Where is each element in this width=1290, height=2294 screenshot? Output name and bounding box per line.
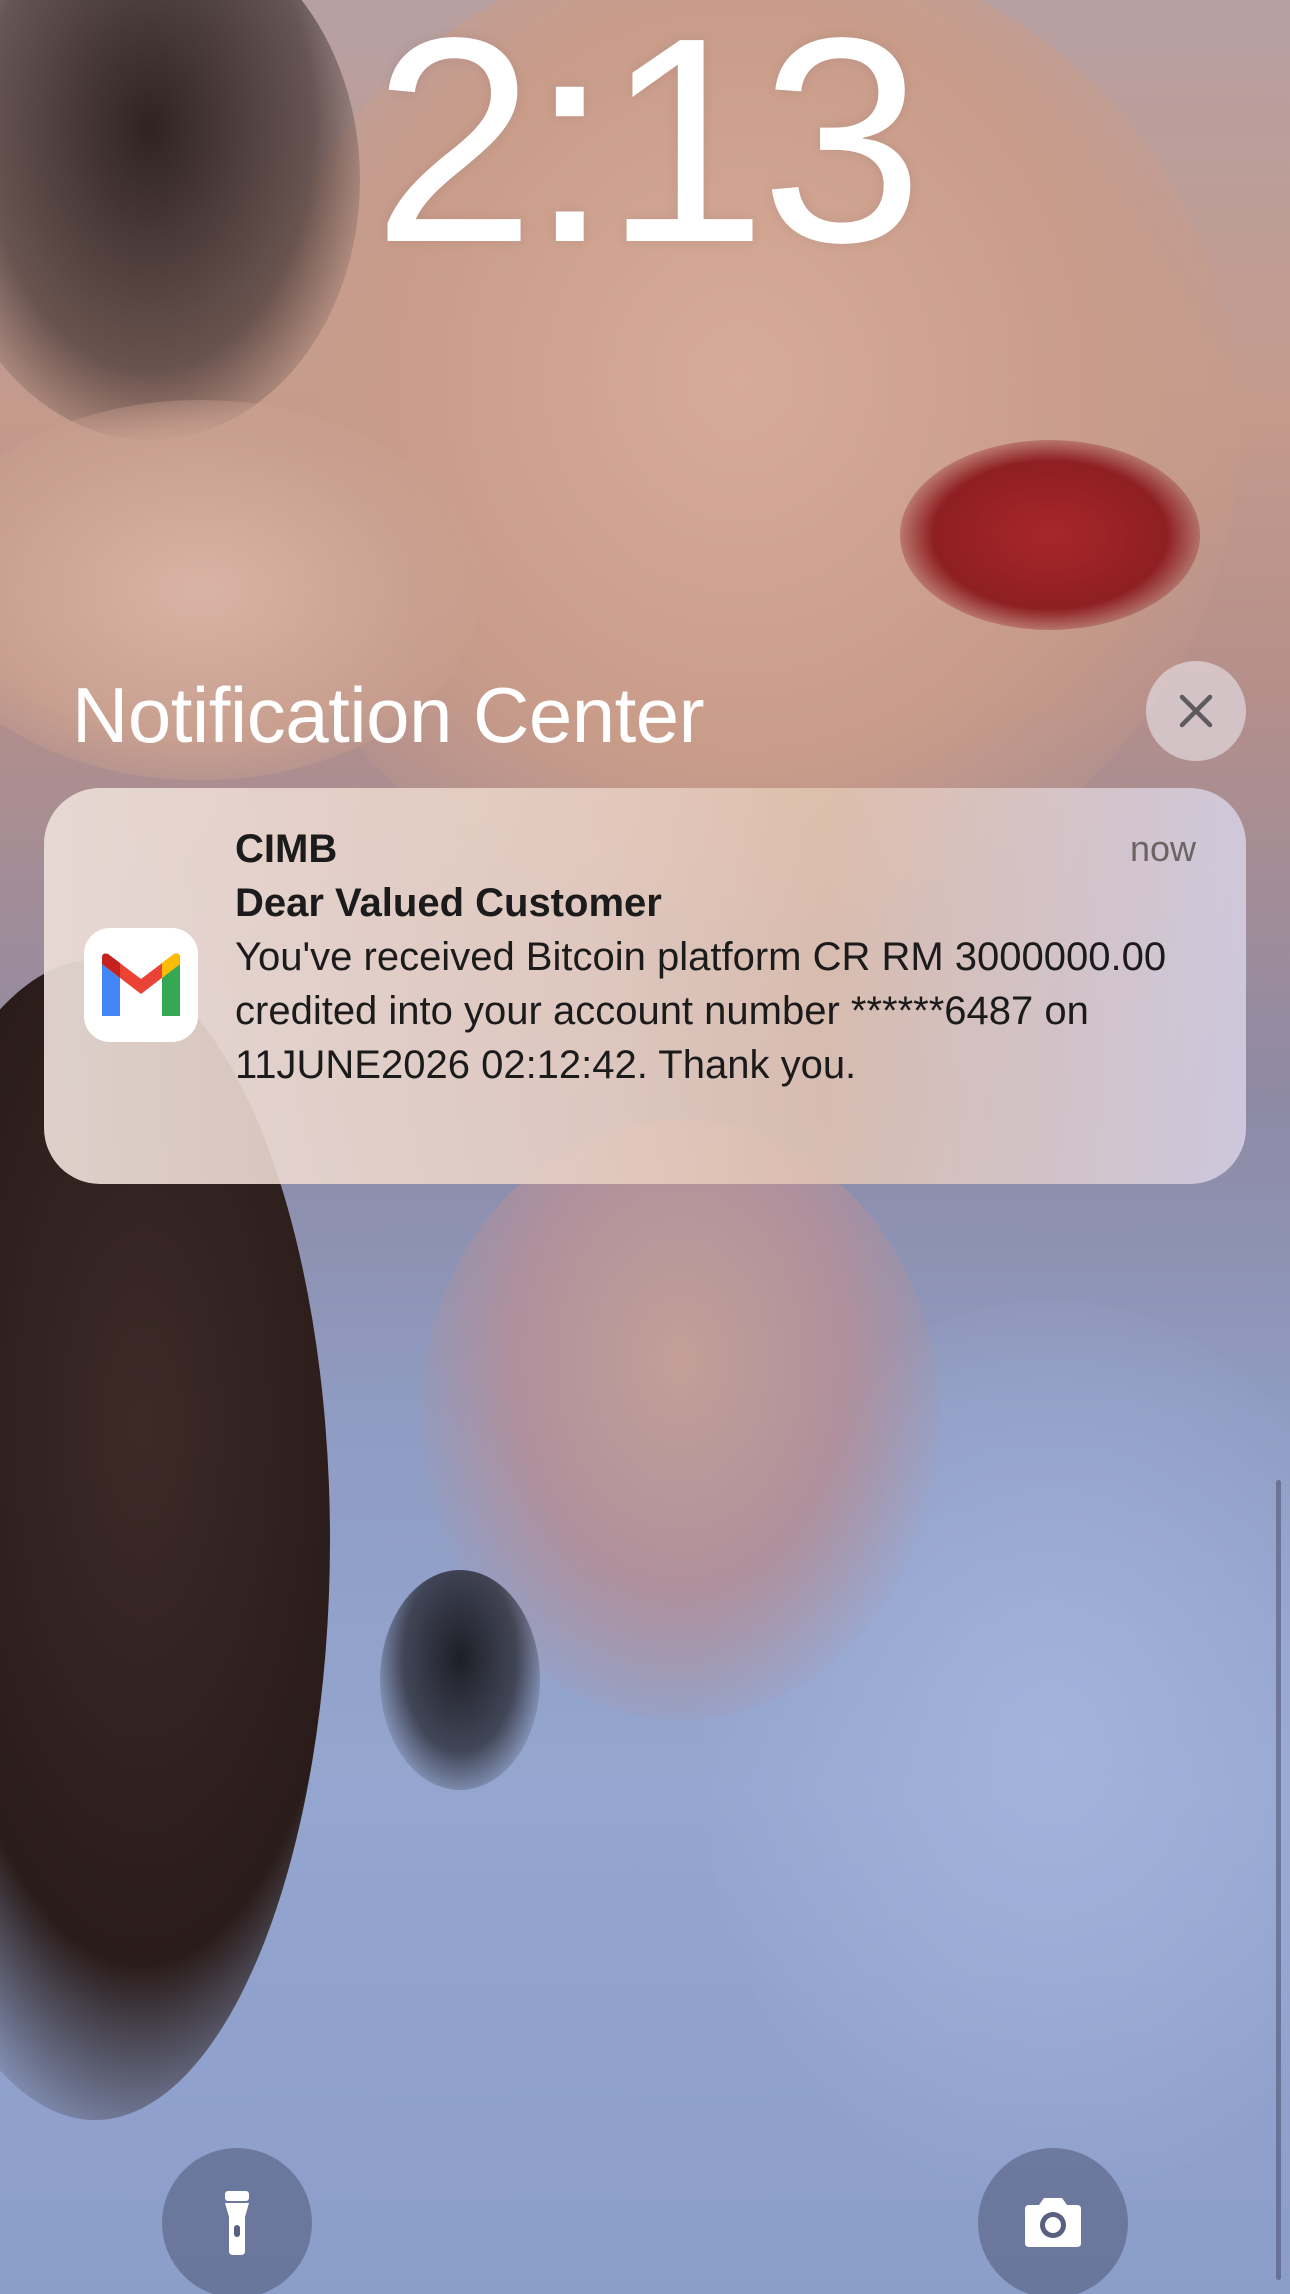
wallpaper-shirt-shadow — [380, 1570, 540, 1790]
notification-center-title: Notification Center — [72, 671, 705, 759]
flashlight-button[interactable] — [162, 2148, 312, 2294]
lock-screen: 2:13 Notification Center CIMB Dear Value… — [0, 0, 1290, 2294]
notification-card[interactable]: CIMB Dear Valued Customer You've receive… — [44, 788, 1246, 1184]
lock-screen-clock: 2:13 — [372, 0, 923, 303]
camera-icon — [1025, 2198, 1081, 2247]
notification-message: You've received Bitcoin platform CR RM 3… — [235, 935, 1167, 1087]
flashlight-icon — [225, 2191, 249, 2255]
gmail-icon — [102, 953, 180, 1016]
scroll-indicator — [1276, 1480, 1281, 2280]
wallpaper-lips — [900, 440, 1200, 630]
notification-sender: CIMB — [235, 827, 338, 871]
app-icon — [84, 928, 198, 1042]
close-icon — [1179, 694, 1213, 728]
notification-center-close-button[interactable] — [1146, 661, 1246, 761]
notification-subject: Dear Valued Customer — [235, 881, 662, 925]
notification-content: CIMB Dear Valued Customer You've receive… — [235, 822, 1215, 1092]
notification-timestamp: now — [1129, 828, 1196, 869]
camera-button[interactable] — [978, 2148, 1128, 2294]
